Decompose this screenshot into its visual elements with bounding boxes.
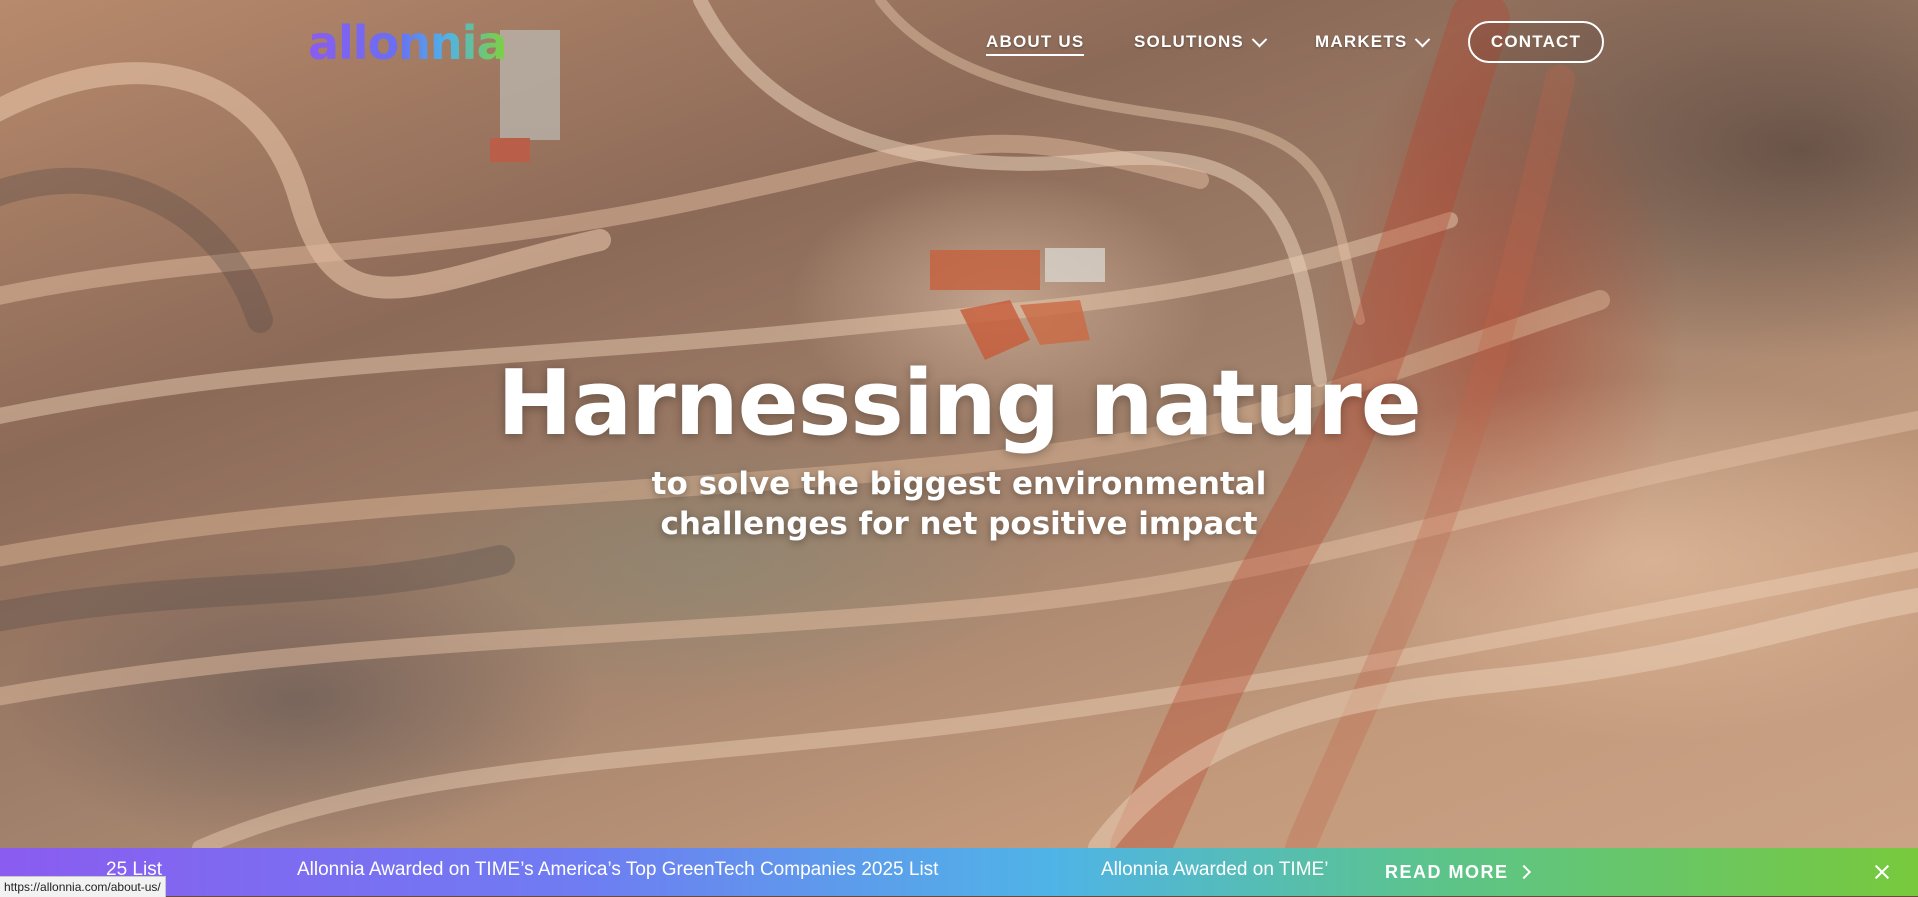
- nav-item-markets[interactable]: MARKETS: [1315, 31, 1431, 53]
- chevron-down-icon: [1251, 31, 1268, 47]
- nav-item-solutions[interactable]: SOLUTIONS: [1134, 31, 1268, 53]
- top-navigation: allonnia ABOUT US SOLUTIONS MARKETS CONT…: [0, 0, 1918, 84]
- nav-item-about-us-label: ABOUT US: [986, 31, 1085, 56]
- announcement-banner: 25 List Allonnia Awarded on TIME’s Ameri…: [0, 848, 1918, 896]
- nav-item-solutions-label: SOLUTIONS: [1134, 32, 1244, 51]
- chevron-right-icon: [1516, 864, 1531, 880]
- nav-item-markets-label: MARKETS: [1315, 32, 1408, 51]
- allonnia-logo[interactable]: allonnia: [308, 16, 507, 70]
- read-more-link[interactable]: READ MORE: [1385, 848, 1531, 896]
- contact-button[interactable]: CONTACT: [1468, 21, 1604, 63]
- ticker-main-message[interactable]: Allonnia Awarded on TIME’s America’s Top…: [297, 848, 938, 892]
- chevron-down-icon: [1415, 31, 1431, 47]
- hero-subheadline: to solve the biggest environmental chall…: [651, 466, 1267, 542]
- status-bar-url: https://allonnia.com/about-us/: [0, 876, 166, 897]
- hero-headline: Harnessing nature: [497, 351, 1422, 456]
- ticker-fragment-right[interactable]: Allonnia Awarded on TIME’: [1101, 848, 1328, 892]
- close-icon[interactable]: [1872, 862, 1892, 882]
- read-more-label: READ MORE: [1385, 862, 1509, 882]
- nav-item-about-us[interactable]: ABOUT US: [986, 31, 1085, 56]
